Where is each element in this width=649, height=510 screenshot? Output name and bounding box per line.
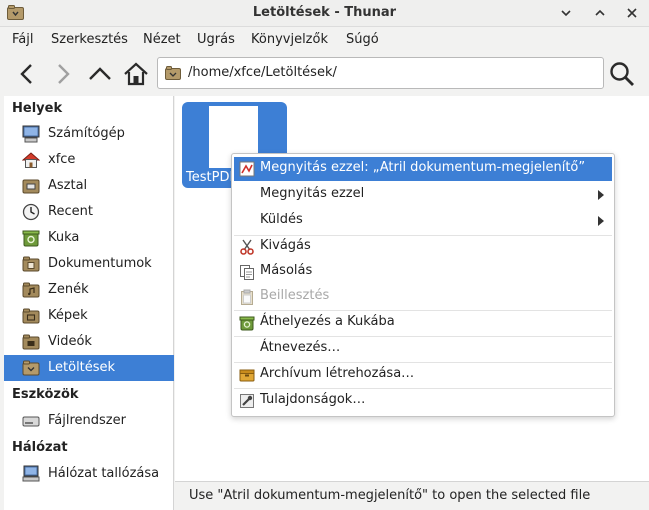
- sidebar-item-videos[interactable]: Videók: [4, 329, 174, 355]
- menu-item-move-to-trash[interactable]: Áthelyezés a Kukába: [234, 311, 612, 335]
- properties-icon: [240, 394, 254, 408]
- folder-downloads-icon: [165, 66, 181, 80]
- menu-bar: Fájl Szerkesztés Nézet Ugrás Könyvjelzők…: [0, 28, 649, 52]
- close-icon[interactable]: [623, 4, 641, 22]
- file-name: TestPDF: [186, 170, 237, 185]
- sidebar-item-desktop[interactable]: Asztal: [4, 173, 174, 199]
- context-menu: Megnyitás ezzel: „Atril dokumentum-megje…: [231, 153, 615, 417]
- up-icon[interactable]: [87, 61, 113, 87]
- clock-icon: [22, 203, 40, 221]
- menu-file[interactable]: Fájl: [12, 32, 33, 47]
- sidebar-heading-devices: Eszközök: [12, 387, 79, 402]
- menu-item-create-archive[interactable]: Archívum létrehozása…: [234, 363, 612, 387]
- minimize-icon[interactable]: [557, 4, 575, 22]
- status-bar: Use "Atril dokumentum-megjelenítő" to op…: [175, 481, 649, 510]
- atril-icon: [239, 161, 255, 177]
- menu-item-rename[interactable]: Átnevezés…: [234, 337, 612, 361]
- sidebar-item-music[interactable]: Zenék: [4, 277, 174, 303]
- sidebar-item-trash[interactable]: Kuka: [4, 225, 174, 251]
- sidebar-item-computer[interactable]: Számítógép: [4, 121, 174, 147]
- home-icon: [22, 152, 40, 168]
- sidebar-item-documents[interactable]: Dokumentumok: [4, 251, 174, 277]
- sidebar-item-recent[interactable]: Recent: [4, 199, 174, 225]
- search-icon[interactable]: [608, 60, 636, 88]
- home-icon[interactable]: [123, 61, 149, 87]
- menu-item-open-with[interactable]: Megnyitás ezzel: [234, 183, 612, 207]
- back-icon[interactable]: [14, 61, 40, 87]
- window-title: Letöltések - Thunar: [252, 5, 397, 20]
- sidebar-item-pictures[interactable]: Képek: [4, 303, 174, 329]
- desktop-icon: [22, 179, 40, 194]
- menu-item-properties[interactable]: Tulajdonságok…: [234, 389, 612, 413]
- drive-icon: [22, 416, 40, 427]
- sidebar-item-network[interactable]: Hálózat tallózása: [4, 461, 174, 487]
- folder-pictures-icon: [22, 308, 40, 324]
- submenu-arrow-icon: [598, 190, 604, 200]
- paste-icon: [241, 289, 253, 305]
- sidebar-heading-network: Hálózat: [12, 440, 68, 455]
- trash-icon: [239, 316, 255, 331]
- sidebar-item-home[interactable]: xfce: [4, 147, 174, 173]
- menu-view[interactable]: Nézet: [143, 32, 181, 47]
- title-bar: Letöltések - Thunar: [0, 0, 649, 27]
- location-path: /home/xfce/Letöltések/: [188, 65, 337, 80]
- network-icon: [22, 465, 40, 482]
- menu-item-open-with-atril[interactable]: Megnyitás ezzel: „Atril dokumentum-megje…: [234, 157, 612, 181]
- sidebar-item-downloads[interactable]: Letöltések: [4, 355, 174, 381]
- computer-icon: [22, 125, 40, 143]
- menu-item-paste[interactable]: Beillesztés: [234, 285, 612, 309]
- status-text: Use "Atril dokumentum-megjelenítő" to op…: [189, 488, 591, 503]
- sidebar-item-filesystem[interactable]: Fájlrendszer: [4, 408, 174, 434]
- forward-icon[interactable]: [50, 61, 76, 87]
- archive-icon: [239, 369, 255, 382]
- menu-item-cut[interactable]: Kivágás: [234, 235, 612, 259]
- menu-bookmarks[interactable]: Könyvjelzők: [251, 32, 328, 47]
- menu-edit[interactable]: Szerkesztés: [51, 32, 128, 47]
- trash-icon: [22, 230, 40, 247]
- cut-icon: [240, 239, 254, 255]
- copy-icon: [240, 265, 254, 280]
- menu-item-copy[interactable]: Másolás: [234, 260, 612, 284]
- folder-documents-icon: [22, 256, 40, 272]
- menu-item-send-to[interactable]: Küldés: [234, 209, 612, 233]
- sidebar-heading-places: Helyek: [12, 101, 63, 116]
- folder-videos-icon: [22, 334, 40, 350]
- submenu-arrow-icon: [598, 216, 604, 226]
- location-bar[interactable]: /home/xfce/Letöltések/: [157, 57, 604, 89]
- sidebar: Helyek Számítógép xfce Asztal Recent Kuk…: [4, 96, 174, 510]
- maximize-icon[interactable]: [591, 4, 609, 22]
- folder-downloads-icon: [22, 360, 40, 376]
- folder-music-icon: [22, 282, 40, 298]
- menu-go[interactable]: Ugrás: [197, 32, 235, 47]
- menu-help[interactable]: Súgó: [346, 32, 379, 47]
